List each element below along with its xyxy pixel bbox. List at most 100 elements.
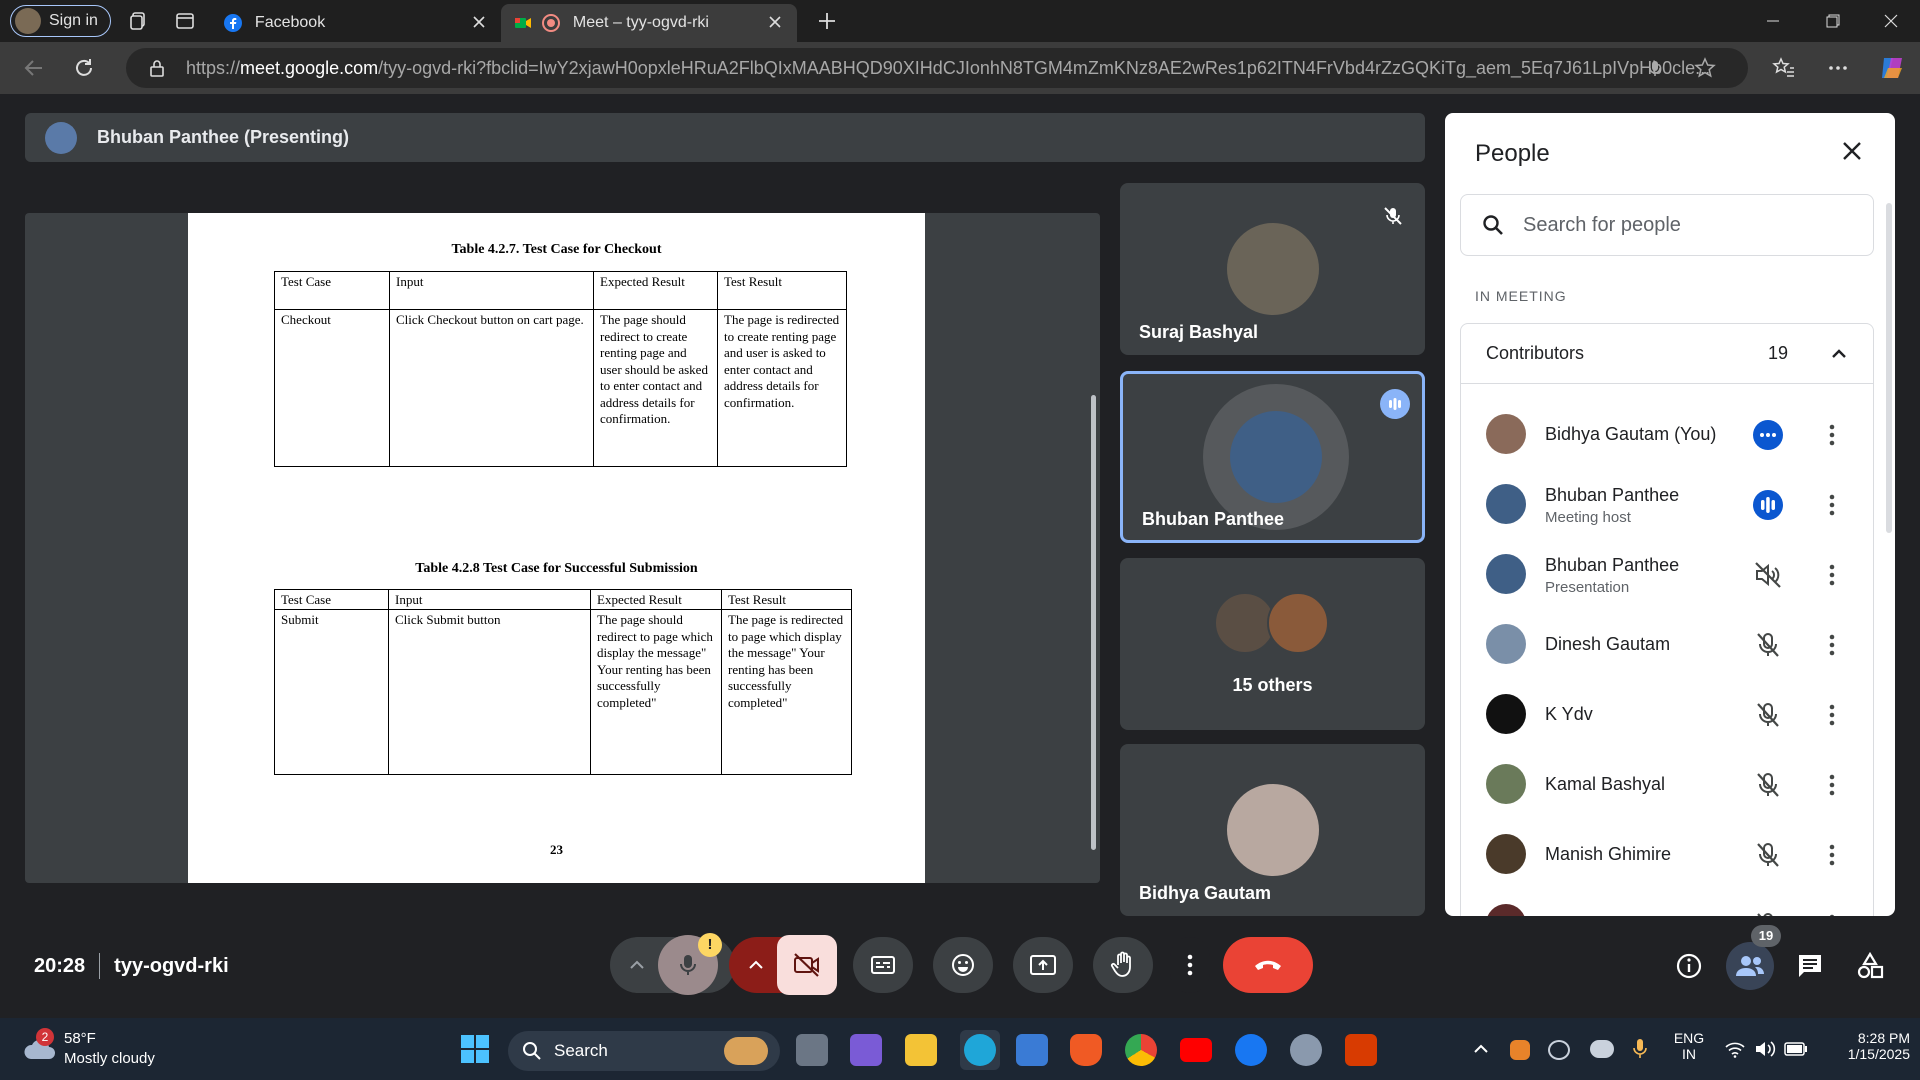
url-field[interactable]: https://meet.google.com/tyy-ogvd-rki?fbc… <box>126 48 1748 88</box>
captions-button[interactable] <box>853 937 913 993</box>
chevron-up-icon[interactable] <box>747 956 765 974</box>
more-icon[interactable] <box>1753 420 1783 450</box>
presentation-scrollbar[interactable] <box>1091 395 1096 850</box>
sign-in-button[interactable]: Sign in <box>10 5 111 37</box>
wps-office-icon[interactable] <box>1345 1034 1377 1066</box>
task-view-icon[interactable] <box>796 1034 828 1066</box>
table1: Test Case Input Expected Result Test Res… <box>274 271 847 467</box>
meeting-info: 20:28 tyy-ogvd-rki <box>34 953 229 979</box>
participant-name: Bidhya Gautam (You) <box>1545 424 1717 444</box>
workspaces-icon[interactable] <box>121 3 157 39</box>
meeting-code: tyy-ogvd-rki <box>114 954 229 977</box>
panel-title: People <box>1475 140 1550 167</box>
others-tile[interactable]: 15 others <box>1120 558 1425 730</box>
settings-gear-icon[interactable] <box>1290 1034 1322 1066</box>
participant-row[interactable]: K Ydv <box>1461 679 1875 749</box>
participant-row[interactable]: Bhuban Panthee Presentation <box>1461 539 1875 609</box>
page-number: 23 <box>550 842 563 857</box>
participant-row[interactable]: Bidhya Gautam (You) <box>1461 399 1875 469</box>
mic-off-icon <box>1753 700 1783 730</box>
volume-icon[interactable] <box>1754 1040 1776 1058</box>
chrome-icon[interactable] <box>1125 1034 1157 1066</box>
file-explorer-icon[interactable] <box>905 1034 937 1066</box>
battery-icon[interactable] <box>1784 1042 1808 1056</box>
copilot-icon[interactable] <box>1878 54 1906 82</box>
more-vert-icon[interactable] <box>1828 493 1836 517</box>
participant-row[interactable]: Dinesh Gautam <box>1461 609 1875 679</box>
close-panel-icon[interactable] <box>1839 138 1865 164</box>
maximize-icon[interactable] <box>1804 0 1862 42</box>
chevron-up-icon[interactable] <box>628 956 646 974</box>
tab-meet[interactable]: Meet – tyy-ogvd-rki <box>500 4 797 42</box>
favorite-star-icon[interactable] <box>1694 57 1716 79</box>
new-tab-icon[interactable] <box>809 3 845 39</box>
copilot-app-icon[interactable] <box>850 1034 882 1066</box>
present-button[interactable] <box>1013 937 1073 993</box>
wifi-icon[interactable] <box>1725 1042 1745 1058</box>
meeting-details-icon[interactable] <box>1667 944 1711 988</box>
chevron-up-icon[interactable] <box>1829 344 1849 364</box>
system-clock[interactable]: 8:28 PM 1/15/2025 <box>1818 1030 1910 1062</box>
language-indicator[interactable]: ENG IN <box>1672 1030 1706 1062</box>
more-vert-icon[interactable] <box>1828 563 1836 587</box>
close-tab-icon[interactable] <box>767 14 783 30</box>
participant-tile[interactable]: Suraj Bashyal <box>1120 183 1425 355</box>
taskbar-search[interactable]: Search <box>508 1031 780 1071</box>
chat-icon[interactable] <box>1788 944 1832 988</box>
recording-icon <box>541 14 560 32</box>
contributors-header[interactable]: Contributors 19 <box>1461 324 1873 384</box>
activities-icon[interactable] <box>1848 944 1892 988</box>
youtube-icon[interactable] <box>1180 1038 1212 1062</box>
participant-row[interactable]: N Neeraj Karki <box>1461 889 1875 916</box>
leave-call-button[interactable] <box>1223 937 1313 993</box>
panel-scrollbar[interactable] <box>1886 203 1892 533</box>
facebook-app-icon[interactable] <box>1235 1034 1267 1066</box>
settings-more-icon[interactable] <box>1826 56 1850 80</box>
participant-avatar <box>1486 834 1526 874</box>
mic-tray-icon[interactable] <box>1632 1038 1648 1060</box>
people-button[interactable] <box>1726 942 1774 990</box>
back-icon[interactable] <box>14 48 54 88</box>
table-cell: The page should redirect to create renti… <box>593 309 718 467</box>
more-vert-icon[interactable] <box>1828 423 1836 447</box>
close-window-icon[interactable] <box>1862 0 1920 42</box>
more-vert-icon[interactable] <box>1828 913 1836 916</box>
more-vert-icon[interactable] <box>1828 703 1836 727</box>
more-options-button[interactable] <box>1170 937 1210 993</box>
windows-start-icon[interactable] <box>460 1034 490 1064</box>
tab-actions-icon[interactable] <box>167 3 203 39</box>
mic-permission-icon[interactable] <box>1646 59 1664 77</box>
reload-icon[interactable] <box>64 48 104 88</box>
sync-icon[interactable] <box>1548 1040 1570 1060</box>
group-count: 19 <box>1768 343 1789 363</box>
participant-tile[interactable]: Bhuban Panthee <box>1120 371 1425 543</box>
store-icon[interactable] <box>1016 1034 1048 1066</box>
tray-app-icon[interactable] <box>1510 1040 1530 1060</box>
mic-off-icon <box>1753 770 1783 800</box>
close-tab-icon[interactable] <box>471 14 487 30</box>
participant-row[interactable]: Manish Ghimire <box>1461 819 1875 889</box>
divider <box>99 953 101 979</box>
participant-name: Dinesh Gautam <box>1545 634 1671 654</box>
more-vert-icon[interactable] <box>1828 633 1836 657</box>
participant-row[interactable]: Kamal Bashyal <box>1461 749 1875 819</box>
table2-title: Table 4.2.8 Test Case for Successful Sub… <box>415 561 698 576</box>
edge-app-icon[interactable] <box>960 1030 1000 1070</box>
onedrive-icon[interactable] <box>1590 1040 1614 1058</box>
raise-hand-button[interactable] <box>1093 937 1153 993</box>
tab-facebook[interactable]: Facebook <box>211 4 501 42</box>
more-vert-icon[interactable] <box>1828 773 1836 797</box>
site-info-icon[interactable] <box>148 59 166 77</box>
people-search-input[interactable]: Search for people <box>1460 194 1874 256</box>
favorites-icon[interactable] <box>1772 56 1796 80</box>
reactions-button[interactable] <box>933 937 993 993</box>
more-vert-icon[interactable] <box>1828 843 1836 867</box>
participant-tile[interactable]: Bidhya Gautam <box>1120 744 1425 916</box>
brave-icon[interactable] <box>1070 1034 1102 1066</box>
presenter-avatar <box>45 121 77 154</box>
camera-button[interactable] <box>777 935 837 995</box>
participant-avatar <box>1486 694 1526 734</box>
minimize-icon[interactable] <box>1744 0 1802 42</box>
participant-row[interactable]: Bhuban Panthee Meeting host <box>1461 469 1875 539</box>
chevron-up-icon[interactable] <box>1472 1040 1490 1058</box>
